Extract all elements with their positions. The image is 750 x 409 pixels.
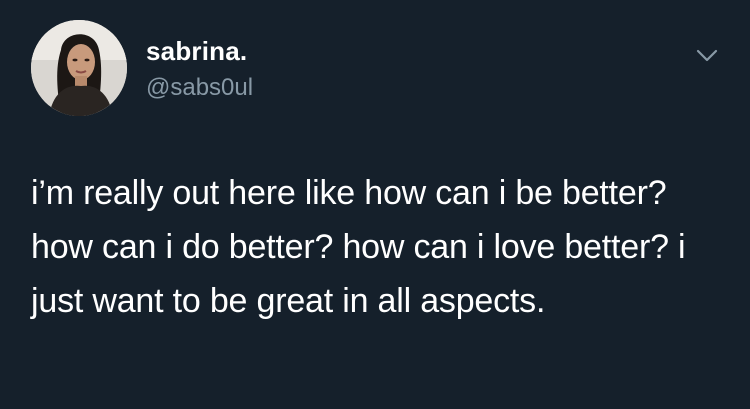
chevron-down-icon xyxy=(696,49,718,62)
tweet-card: sabrina. @sabs0ul i’m really out here li… xyxy=(0,0,750,409)
more-options-button[interactable] xyxy=(690,42,724,68)
profile-photo xyxy=(31,20,127,116)
user-handle[interactable]: @sabs0ul xyxy=(146,74,253,102)
avatar[interactable] xyxy=(31,20,127,116)
tweet-text: i’m really out here like how can i be be… xyxy=(31,174,686,320)
display-name[interactable]: sabrina. xyxy=(146,36,247,67)
